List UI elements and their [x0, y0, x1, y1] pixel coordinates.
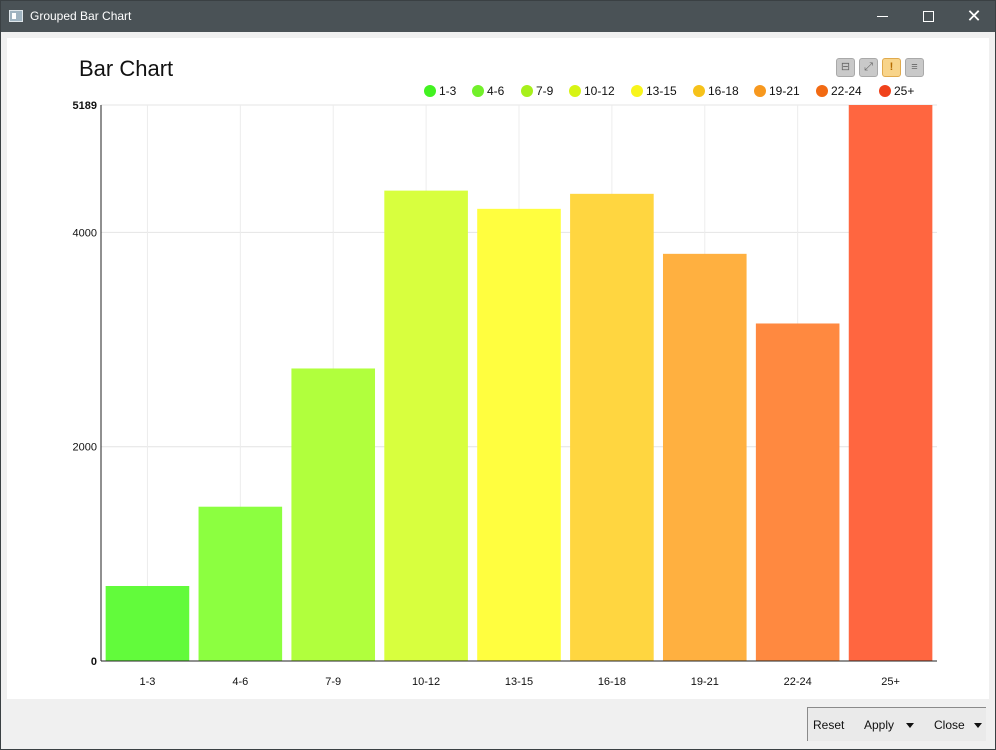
legend-label: 4-6 — [487, 84, 505, 98]
bar-chart-svg: 0 2000 4000 5189 1-3 4-6 7-9 10-12 13-15 16-18 19-… — [73, 84, 937, 688]
legend-item-19-21[interactable]: 19-21 — [754, 84, 800, 98]
x-tick-label: 22-24 — [784, 676, 812, 688]
legend-item-10-12[interactable]: 10-12 — [569, 84, 615, 98]
legend-marker — [754, 85, 766, 97]
x-tick-label: 16-18 — [598, 676, 626, 688]
x-tick-label: 10-12 — [412, 676, 440, 688]
legend-marker — [472, 85, 484, 97]
minimize-button[interactable] — [859, 1, 905, 32]
x-tick-label: 25+ — [881, 676, 900, 688]
legend-item-4-6[interactable]: 4-6 — [472, 84, 505, 98]
legend-label: 19-21 — [769, 84, 800, 98]
x-tick-label: 1-3 — [139, 676, 155, 688]
app-window: Grouped Bar Chart ✕ Bar Chart ⊟ ⤢ ! ≡ 02… — [0, 0, 996, 750]
close-icon: ✕ — [966, 6, 982, 26]
legend-label: 13-15 — [646, 84, 677, 98]
reset-button[interactable]: Reset — [813, 708, 844, 742]
close-window-button[interactable]: ✕ — [951, 1, 996, 32]
bar-25+[interactable] — [848, 105, 933, 661]
legend-item-25+[interactable]: 25+ — [879, 84, 914, 98]
legend-label: 7-9 — [536, 84, 554, 98]
legend-marker — [521, 85, 533, 97]
maximize-button[interactable] — [905, 1, 951, 32]
bar-13-15[interactable] — [477, 208, 561, 661]
x-tick-label: 4-6 — [232, 676, 248, 688]
x-tick-label: 19-21 — [691, 676, 719, 688]
legend-label: 1-3 — [439, 84, 457, 98]
close-button[interactable]: Close — [934, 708, 965, 742]
title-bar[interactable]: Grouped Bar Chart ✕ — [1, 1, 995, 32]
bar-10-12[interactable] — [384, 190, 468, 661]
chart-panel: Bar Chart ⊟ ⤢ ! ≡ 0 2000 4000 5189 1-3 4-6 7-9… — [7, 38, 989, 699]
legend-label: 16-18 — [708, 84, 739, 98]
legend-marker — [424, 85, 436, 97]
close-dropdown-icon[interactable] — [974, 723, 982, 728]
legend-marker — [879, 85, 891, 97]
apply-dropdown-icon[interactable] — [906, 723, 914, 728]
bar-22-24[interactable] — [755, 323, 840, 661]
x-tick-label: 13-15 — [505, 676, 533, 688]
legend-marker — [569, 85, 581, 97]
x-tick-label: 7-9 — [325, 676, 341, 688]
bar-4-6[interactable] — [198, 506, 283, 661]
legend-label: 10-12 — [584, 84, 615, 98]
window-title: Grouped Bar Chart — [30, 9, 132, 23]
legend-item-16-18[interactable]: 16-18 — [693, 84, 739, 98]
y-tick-label: 4000 — [73, 227, 97, 239]
legend-item-7-9[interactable]: 7-9 — [521, 84, 554, 98]
app-icon — [9, 10, 23, 22]
y-tick-label: 2000 — [73, 442, 97, 454]
legend-marker — [631, 85, 643, 97]
footer-buttons: Reset Apply Close — [807, 707, 986, 741]
y-tick-label: 5189 — [73, 100, 97, 112]
bar-1-3[interactable] — [105, 585, 190, 661]
y-tick-label: 0 — [91, 656, 97, 668]
maximize-icon — [922, 11, 934, 23]
legend-label: 22-24 — [831, 84, 862, 98]
legend-label: 25+ — [894, 84, 914, 98]
legend-item-22-24[interactable]: 22-24 — [816, 84, 862, 98]
legend-marker — [693, 85, 705, 97]
bar-19-21[interactable] — [662, 253, 747, 661]
legend-item-13-15[interactable]: 13-15 — [631, 84, 677, 98]
bar-7-9[interactable] — [291, 368, 376, 661]
bar-16-18[interactable] — [570, 193, 654, 661]
legend-marker — [816, 85, 828, 97]
legend-item-1-3[interactable]: 1-3 — [424, 84, 457, 98]
apply-button[interactable]: Apply — [864, 708, 894, 742]
minimize-icon — [876, 16, 888, 18]
legend-layer: 1-3 4-6 7-9 10-12 13-15 16-18 19-21 22-24 25+ — [424, 84, 914, 98]
